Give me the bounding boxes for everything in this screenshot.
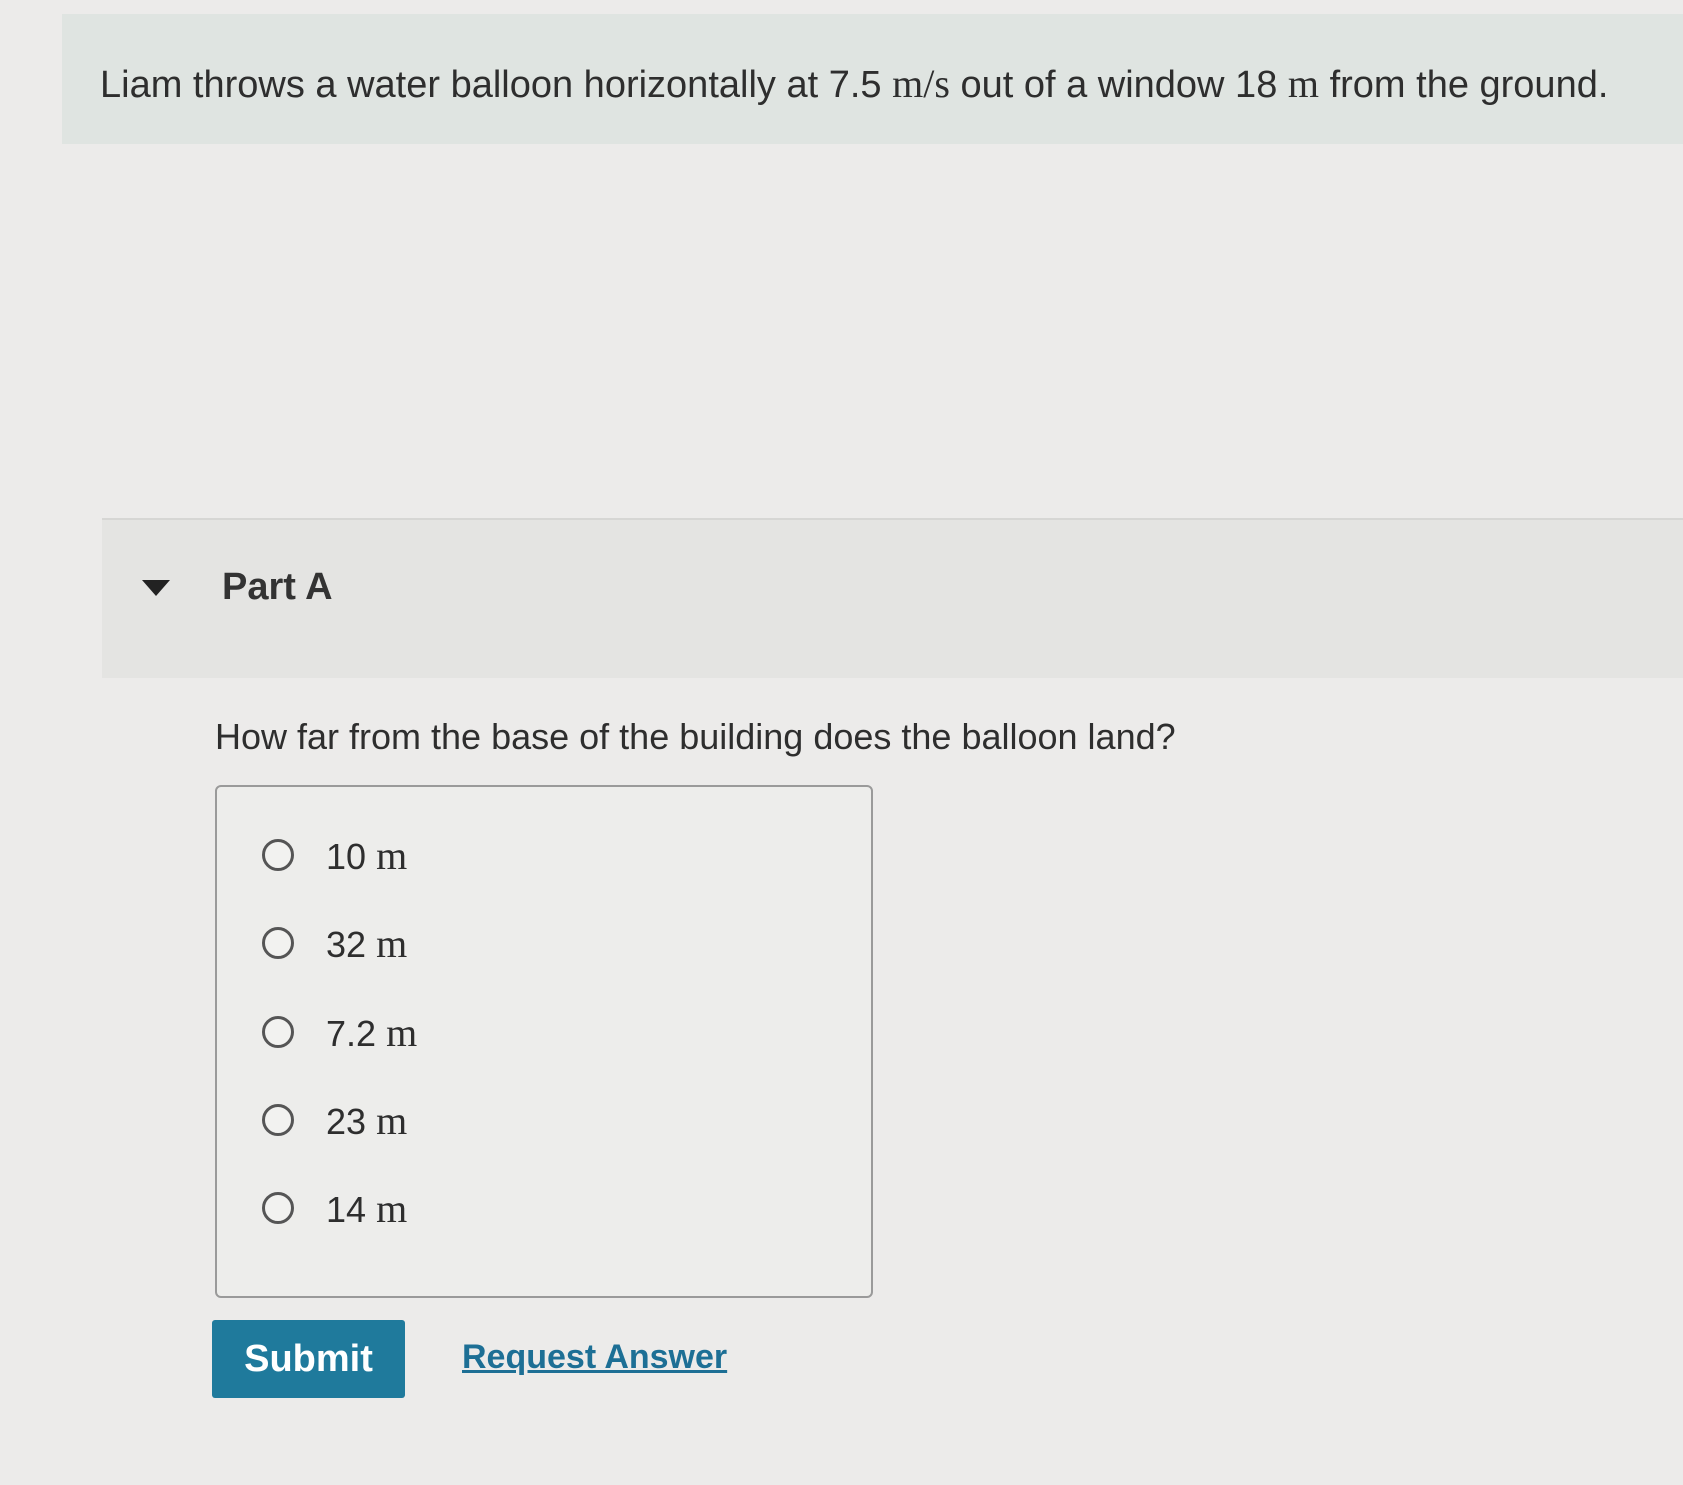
speed-unit: m/s bbox=[892, 61, 950, 106]
problem-statement-banner: Liam throws a water balloon horizontally… bbox=[62, 14, 1683, 144]
height-unit: m bbox=[1287, 61, 1320, 106]
radio-icon[interactable] bbox=[262, 1016, 294, 1048]
choice-option[interactable]: 32 m bbox=[262, 918, 407, 968]
choice-label: 14 m bbox=[326, 1185, 408, 1231]
problem-statement: Liam throws a water balloon horizontally… bbox=[100, 60, 1608, 107]
problem-text-end: from the ground. bbox=[1319, 64, 1609, 106]
part-a-header[interactable]: Part A bbox=[102, 518, 1683, 678]
choice-option[interactable]: 7.2 m bbox=[262, 1007, 417, 1057]
radio-icon[interactable] bbox=[262, 1104, 294, 1136]
choice-label: 10 m bbox=[326, 832, 408, 878]
choice-option[interactable]: 10 m bbox=[262, 830, 407, 880]
problem-text-start: Liam throws a water balloon horizontally… bbox=[100, 64, 893, 106]
choice-label: 32 m bbox=[326, 920, 408, 966]
choice-option[interactable]: 23 m bbox=[262, 1095, 407, 1145]
answer-choices: 10 m 32 m 7.2 m 23 m 14 m bbox=[215, 785, 873, 1298]
choice-option[interactable]: 14 m bbox=[262, 1183, 407, 1233]
radio-icon[interactable] bbox=[262, 927, 294, 959]
request-answer-link[interactable]: Request Answer bbox=[462, 1338, 727, 1377]
question-text: How far from the base of the building do… bbox=[215, 716, 1176, 757]
part-title: Part A bbox=[222, 566, 333, 608]
choice-label: 7.2 m bbox=[326, 1009, 418, 1055]
caret-down-icon[interactable] bbox=[142, 580, 170, 596]
radio-icon[interactable] bbox=[262, 1192, 294, 1224]
choice-label: 23 m bbox=[326, 1097, 408, 1143]
submit-button[interactable]: Submit bbox=[212, 1320, 405, 1398]
problem-text-mid: out of a window 18 bbox=[949, 64, 1288, 106]
radio-icon[interactable] bbox=[262, 839, 294, 871]
